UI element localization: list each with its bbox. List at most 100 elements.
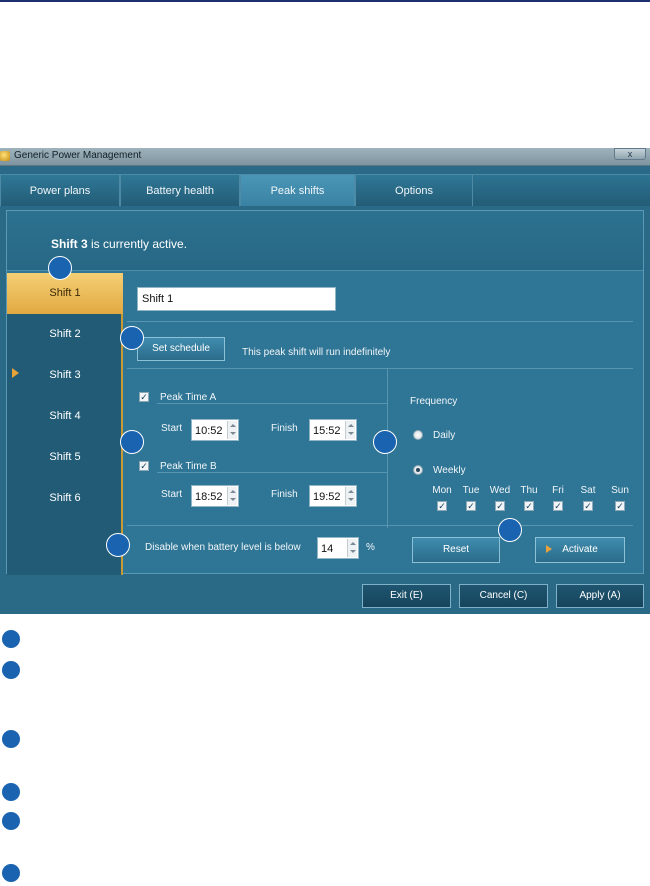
peak-b-finish-value: 19:52: [313, 491, 341, 503]
peak-b-start-value: 18:52: [195, 491, 223, 503]
peak-a-finish-input[interactable]: 15:52: [309, 419, 357, 441]
legend-marker: [2, 661, 20, 679]
shift-list: Shift 1 Shift 2 Shift 3 Shift 4 Shift 5 …: [7, 273, 123, 575]
tab-bar-filler: [473, 174, 650, 206]
callout-marker: [120, 326, 144, 350]
shift-item-1[interactable]: Shift 1: [7, 273, 123, 314]
shift-item-3[interactable]: Shift 3: [7, 355, 123, 396]
shift-item-2[interactable]: Shift 2: [7, 314, 123, 355]
weekly-label: Weekly: [433, 465, 466, 476]
active-shift-arrow-icon: [12, 368, 19, 378]
window-title: Generic Power Management: [14, 150, 142, 161]
tab-bar: Power plans Battery health Peak shifts O…: [0, 174, 650, 206]
divider: [127, 368, 633, 369]
daily-radio[interactable]: [413, 430, 423, 440]
callout-legend: [0, 614, 650, 886]
legend-marker: [2, 783, 20, 801]
legend-marker: [2, 812, 20, 830]
day-label-wed: Wed: [489, 485, 511, 496]
status-suffix: is currently active.: [91, 237, 188, 251]
exit-button[interactable]: Exit (E): [362, 584, 451, 608]
peak-b-finish-input[interactable]: 19:52: [309, 485, 357, 507]
callout-marker: [106, 533, 130, 557]
callout-marker: [48, 256, 72, 280]
peak-a-start-input[interactable]: 10:52: [191, 419, 239, 441]
battery-threshold-label: Disable when battery level is below: [145, 542, 301, 553]
tab-power-plans[interactable]: Power plans: [0, 174, 120, 206]
app-icon: [0, 151, 10, 161]
active-shift-name: Shift 3: [51, 237, 88, 251]
peak-b-start-label: Start: [161, 489, 183, 500]
spinner-icon[interactable]: [227, 487, 237, 505]
close-button[interactable]: x: [614, 148, 646, 160]
day-label-thu: Thu: [520, 485, 538, 496]
day-checkbox-mon[interactable]: ✓: [437, 501, 447, 511]
schedule-info: This peak shift will run indefinitely: [242, 347, 391, 358]
shift-item-4[interactable]: Shift 4: [7, 396, 123, 437]
shift-item-label: Shift 5: [49, 451, 81, 463]
day-label-tue: Tue: [462, 485, 480, 496]
day-label-mon: Mon: [432, 485, 452, 496]
peak-a-finish-value: 15:52: [313, 425, 341, 437]
divider: [157, 403, 387, 404]
shift-detail: Shift 1 Set schedule This peak shift wil…: [127, 273, 643, 573]
peak-a-checkbox[interactable]: ✓: [139, 392, 149, 402]
legend-marker: [2, 864, 20, 882]
day-checkbox-sat[interactable]: ✓: [583, 501, 593, 511]
spinner-icon[interactable]: [345, 421, 355, 439]
day-checkbox-sun[interactable]: ✓: [615, 501, 625, 511]
battery-threshold-value: 14: [321, 543, 334, 555]
top-rule: [0, 0, 650, 2]
set-schedule-button[interactable]: Set schedule: [137, 337, 225, 361]
shift-item-label: Shift 4: [49, 410, 81, 422]
peak-b-finish-label: Finish: [271, 489, 298, 500]
battery-threshold-input[interactable]: 14: [317, 537, 359, 559]
activate-button[interactable]: Activate: [535, 537, 625, 563]
shift-item-5[interactable]: Shift 5: [7, 437, 123, 478]
tab-battery-health[interactable]: Battery health: [120, 174, 240, 206]
day-checkbox-fri[interactable]: ✓: [553, 501, 563, 511]
spinner-icon[interactable]: [227, 421, 237, 439]
spinner-icon[interactable]: [345, 487, 355, 505]
day-checkbox-wed[interactable]: ✓: [495, 501, 505, 511]
tab-options[interactable]: Options: [355, 174, 473, 206]
callout-marker: [120, 430, 144, 454]
peak-a-finish-label: Finish: [271, 423, 298, 434]
divider: [127, 321, 633, 322]
callout-marker: [498, 518, 522, 542]
day-label-sun: Sun: [611, 485, 629, 496]
day-checkbox-tue[interactable]: ✓: [466, 501, 476, 511]
day-label-fri: Fri: [552, 485, 564, 496]
peak-b-checkbox[interactable]: ✓: [139, 461, 149, 471]
status-bar: Shift 3 is currently active.: [7, 211, 643, 271]
divider: [157, 472, 387, 473]
shift-name-input[interactable]: Shift 1: [137, 287, 336, 311]
shift-item-label: Shift 3: [49, 369, 81, 381]
peak-b-start-input[interactable]: 18:52: [191, 485, 239, 507]
cancel-button[interactable]: Cancel (C): [459, 584, 548, 608]
legend-marker: [2, 730, 20, 748]
title-bar: Generic Power Management x: [0, 148, 650, 166]
day-checkbox-thu[interactable]: ✓: [524, 501, 534, 511]
play-icon: [546, 545, 552, 553]
peak-shifts-panel: Shift 3 is currently active. Shift 1 Shi…: [6, 210, 644, 575]
frequency-label: Frequency: [410, 396, 458, 407]
weekly-radio[interactable]: [413, 465, 423, 475]
shift-item-label: Shift 2: [49, 328, 81, 340]
legend-marker: [2, 630, 20, 648]
peak-a-start-label: Start: [161, 423, 183, 434]
shift-item-label: Shift 6: [49, 492, 81, 504]
spinner-icon[interactable]: [347, 539, 357, 557]
shift-item-6[interactable]: Shift 6: [7, 478, 123, 519]
reset-button[interactable]: Reset: [412, 537, 500, 563]
peak-a-label: Peak Time A: [160, 392, 217, 403]
divider: [127, 525, 633, 526]
peak-b-label: Peak Time B: [160, 461, 217, 472]
daily-label: Daily: [433, 430, 456, 441]
callout-marker: [373, 430, 397, 454]
activate-label: Activate: [562, 544, 598, 555]
peak-a-start-value: 10:52: [195, 425, 223, 437]
tab-peak-shifts[interactable]: Peak shifts: [240, 174, 355, 206]
apply-button[interactable]: Apply (A): [556, 584, 644, 608]
power-management-window: Generic Power Management x Power plans B…: [0, 148, 650, 614]
